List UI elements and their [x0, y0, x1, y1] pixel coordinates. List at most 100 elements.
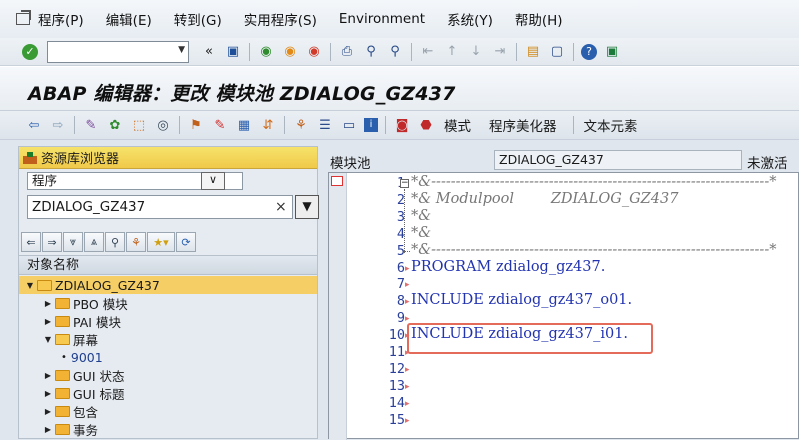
- prev-page-icon[interactable]: ↑: [443, 43, 461, 61]
- tree-node[interactable]: ▼ 屏幕: [19, 330, 317, 348]
- repository-browser-header[interactable]: 资源库浏览器: [19, 147, 317, 169]
- new-session-icon[interactable]: ▤: [524, 43, 542, 61]
- line-number: 8: [396, 293, 405, 310]
- enter-check-icon[interactable]: ✓: [22, 43, 38, 60]
- tree-node[interactable]: ▼ ZDIALOG_GZ437: [19, 276, 317, 294]
- object-list-icon[interactable]: ⚘: [292, 116, 310, 134]
- active-inactive-icon[interactable]: ✿: [106, 116, 124, 134]
- clear-icon[interactable]: ×: [275, 199, 287, 215]
- navigation-window-icon[interactable]: ☰: [316, 116, 334, 134]
- expand-triangle-icon[interactable]: ▶: [43, 371, 53, 380]
- object-name-input[interactable]: ZDIALOG_GZ437: [27, 195, 293, 219]
- tree-node-label: PBO 模块: [73, 296, 128, 312]
- expand-triangle-icon[interactable]: ▶: [43, 425, 53, 434]
- menu-edit[interactable]: 编辑(E): [106, 9, 152, 29]
- refresh-icon[interactable]: ⟳: [176, 232, 196, 252]
- find-icon[interactable]: ⚲: [362, 43, 380, 61]
- display-change-icon[interactable]: ✎: [82, 116, 100, 134]
- collapse-icon[interactable]: ⩓: [84, 232, 104, 252]
- mode-button[interactable]: 模式: [444, 115, 471, 135]
- find-icon[interactable]: ⚲: [105, 232, 125, 252]
- expand-triangle-icon[interactable]: ▶: [43, 317, 53, 326]
- back-icon[interactable]: ◉: [257, 43, 275, 61]
- hierarchy-icon: [23, 151, 37, 164]
- code-line[interactable]: INCLUDE zdialog_gz437_o01.: [411, 292, 632, 308]
- print-icon[interactable]: ⎙: [338, 43, 356, 61]
- next-page-icon[interactable]: ↓: [467, 43, 485, 61]
- tree-node[interactable]: • 9001: [19, 348, 317, 366]
- line-marker-icon: ▸: [405, 297, 410, 308]
- check-icon[interactable]: ◎: [154, 116, 172, 134]
- menu-system[interactable]: 系统(Y): [447, 9, 493, 29]
- stop-icon[interactable]: ⬣: [417, 116, 435, 134]
- menu-help[interactable]: 帮助(H): [515, 9, 563, 29]
- collapse-icon[interactable]: «: [200, 43, 218, 61]
- hierarchy-icon[interactable]: ⇵: [259, 116, 277, 134]
- menu-goto[interactable]: 转到(G): [174, 9, 222, 29]
- help-icon[interactable]: ?: [581, 43, 597, 60]
- menu-environment[interactable]: Environment: [339, 11, 425, 27]
- breakpoint-icon[interactable]: ◙: [393, 116, 411, 134]
- line-number: 1: [365, 175, 405, 191]
- code-editor[interactable]: 123456▸7▸8▸9▸10▸11▸12▸13▸14▸15▸ − *&----…: [328, 172, 799, 440]
- exit-menu-icon[interactable]: [16, 13, 30, 25]
- beautifier-button[interactable]: 程序美化器: [489, 115, 557, 135]
- find-next-icon[interactable]: ⚲: [386, 43, 404, 61]
- where-used-icon[interactable]: ▦: [235, 116, 253, 134]
- code-line[interactable]: *&--------------------------------------…: [411, 174, 776, 190]
- shortcut-icon[interactable]: ▢: [548, 43, 566, 61]
- back-arrow-icon[interactable]: ⇦: [25, 116, 43, 134]
- info-icon[interactable]: i: [364, 118, 378, 132]
- line-marker-icon: ▸: [405, 381, 410, 392]
- test-icon[interactable]: ✎: [211, 116, 229, 134]
- program-name-field: ZDIALOG_GZ437: [494, 150, 742, 170]
- collapse-triangle-icon[interactable]: ▼: [43, 335, 53, 344]
- object-tree: ▼ ZDIALOG_GZ437 ▶ PBO 模块 ▶ PAI 模块 ▼ 屏幕 • 9001 ▶ GUI…: [19, 276, 317, 438]
- dropdown-icon[interactable]: ▼: [295, 195, 319, 219]
- nav-back-icon[interactable]: ⇐: [21, 232, 41, 252]
- tree-node[interactable]: ▶ 事务: [19, 420, 317, 438]
- expand-triangle-icon[interactable]: ▶: [43, 389, 53, 398]
- tree-node[interactable]: ▶ PBO 模块: [19, 294, 317, 312]
- hierarchy-up-icon[interactable]: ⚘: [126, 232, 146, 252]
- line-marker-icon: ▸: [405, 398, 410, 409]
- text-elements-button[interactable]: 文本元素: [584, 115, 638, 135]
- folder-icon: [55, 405, 70, 417]
- favorites-icon[interactable]: ★▾: [147, 232, 175, 252]
- expand-triangle-icon[interactable]: ▶: [43, 407, 53, 416]
- fold-toggle-icon[interactable]: −: [400, 179, 409, 188]
- tree-node-label: PAI 模块: [73, 314, 121, 330]
- fullscreen-icon[interactable]: ▭: [340, 116, 358, 134]
- exit-icon[interactable]: ◉: [281, 43, 299, 61]
- tree-node[interactable]: ▶ GUI 标题: [19, 384, 317, 402]
- cancel-icon[interactable]: ◉: [305, 43, 323, 61]
- tree-node[interactable]: ▶ 包含: [19, 402, 317, 420]
- expand-icon[interactable]: ⩔: [63, 232, 83, 252]
- layout-menu-icon[interactable]: ▣: [603, 43, 621, 61]
- command-field[interactable]: ▼: [47, 40, 189, 63]
- chevron-down-icon[interactable]: ∨: [201, 172, 225, 190]
- collapse-triangle-icon[interactable]: ▼: [25, 281, 35, 290]
- activate-icon[interactable]: ⚑: [187, 116, 205, 134]
- last-page-icon[interactable]: ⇥: [491, 43, 509, 61]
- chevron-down-icon[interactable]: ▼: [178, 45, 185, 55]
- tree-node[interactable]: ▶ GUI 状态: [19, 366, 317, 384]
- tree-node[interactable]: ▶ PAI 模块: [19, 312, 317, 330]
- forward-arrow-icon[interactable]: ⇨: [49, 116, 67, 134]
- menu-utilities[interactable]: 实用程序(S): [244, 9, 317, 29]
- menu-program[interactable]: 程序(P): [38, 9, 84, 29]
- expand-triangle-icon[interactable]: ▶: [43, 299, 53, 308]
- code-line[interactable]: *& Modulpool ZDIALOG_GZ437: [411, 191, 678, 207]
- save-icon[interactable]: ▣: [224, 43, 242, 61]
- code-line[interactable]: PROGRAM zdialog_gz437.: [411, 259, 605, 275]
- first-page-icon[interactable]: ⇤: [419, 43, 437, 61]
- nav-forward-icon[interactable]: ⇒: [42, 232, 62, 252]
- code-line[interactable]: *&: [411, 208, 431, 224]
- code-line[interactable]: *&: [411, 225, 431, 241]
- line-marker-icon: ▸: [405, 364, 410, 375]
- object-type-label: 模块池: [330, 156, 371, 172]
- tree-node-label: ZDIALOG_GZ437: [55, 277, 160, 293]
- other-object-icon[interactable]: ⬚: [130, 116, 148, 134]
- code-line[interactable]: *&--------------------------------------…: [411, 242, 776, 258]
- bullet-icon: •: [61, 351, 67, 363]
